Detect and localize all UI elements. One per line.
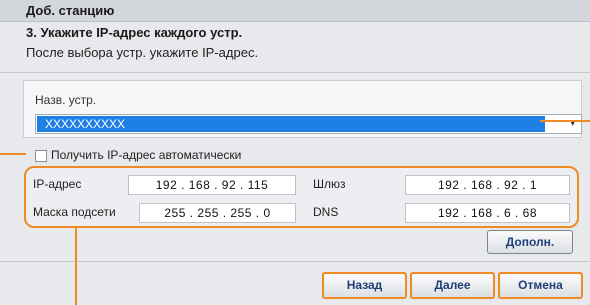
dns-field[interactable]: 192 . 168 . 6 . 68 <box>405 203 570 223</box>
callout-line-checkbox <box>0 153 26 155</box>
gateway-field[interactable]: 192 . 168 . 92 . 1 <box>405 175 570 195</box>
step-instruction: После выбора устр. укажите IP-адрес. <box>26 45 259 60</box>
dialog-title-bar: Доб. станцию <box>0 0 590 22</box>
back-button[interactable]: Назад <box>322 272 407 299</box>
callout-line-ip-fields <box>75 226 77 305</box>
auto-ip-label[interactable]: Получить IP-адрес автоматически <box>51 148 241 162</box>
dns-label: DNS <box>313 205 339 219</box>
subnet-mask-field[interactable]: 255 . 255 . 255 . 0 <box>139 203 296 223</box>
ip-address-field[interactable]: 192 . 168 . 92 . 115 <box>128 175 296 195</box>
dns-value: 192 . 168 . 6 . 68 <box>437 206 538 220</box>
subnet-mask-value: 255 . 255 . 255 . 0 <box>164 206 271 220</box>
step-heading: 3. Укажите IP-адрес каждого устр. <box>26 25 243 40</box>
ip-address-value: 192 . 168 . 92 . 115 <box>155 178 269 192</box>
next-button[interactable]: Далее <box>410 272 495 299</box>
gateway-label: Шлюз <box>313 177 346 191</box>
device-name-label: Назв. устр. <box>35 93 97 107</box>
callout-line-dropdown <box>540 120 590 122</box>
subnet-mask-label: Маска подсети <box>33 205 116 219</box>
advanced-button[interactable]: Дополн. <box>487 230 573 254</box>
add-station-dialog: Доб. станцию 3. Укажите IP-адрес каждого… <box>0 0 590 305</box>
cancel-button[interactable]: Отмена <box>498 272 583 299</box>
auto-ip-checkbox[interactable] <box>35 150 47 162</box>
ip-address-label: IP-адрес <box>33 177 82 191</box>
footer-divider <box>0 261 590 262</box>
divider <box>0 72 590 73</box>
device-name-dropdown[interactable]: XXXXXXXXXX ▾ <box>35 114 582 134</box>
device-selected-item[interactable]: XXXXXXXXXX <box>37 116 545 132</box>
device-selected-value: XXXXXXXXXX <box>45 117 126 131</box>
dialog-title: Доб. станцию <box>26 3 115 18</box>
gateway-value: 192 . 168 . 92 . 1 <box>437 178 538 192</box>
